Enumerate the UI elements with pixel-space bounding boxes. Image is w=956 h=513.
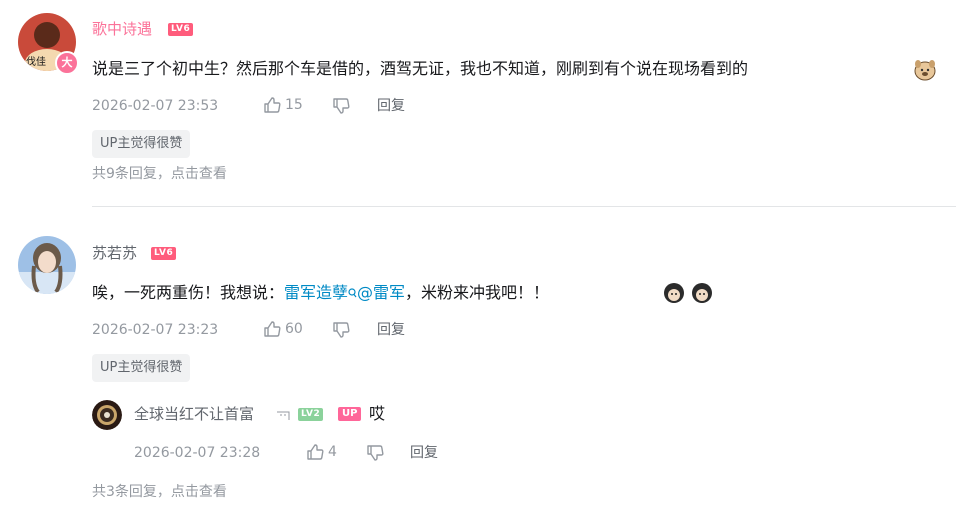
like-button[interactable]: 60 <box>263 319 303 339</box>
divider <box>92 206 956 207</box>
comment-time: 2026-02-07 23:23 <box>92 322 219 338</box>
svg-text:伐佳: 伐佳 <box>26 55 46 68</box>
up-badge: UP <box>338 407 362 421</box>
like-button[interactable]: 4 <box>306 442 337 462</box>
reply-button[interactable]: 回复 <box>410 443 438 463</box>
dislike-button[interactable] <box>332 321 350 339</box>
reply-button[interactable]: 回复 <box>377 320 405 340</box>
reply-time: 2026-02-07 23:28 <box>134 445 261 461</box>
reply-button[interactable]: 回复 <box>377 96 405 116</box>
level-badge: LV6 <box>151 247 177 260</box>
avatar[interactable] <box>18 236 76 294</box>
sticker-emoji-icon <box>662 281 718 305</box>
thumb-down-icon <box>366 444 384 462</box>
fan-badge-icon <box>276 406 290 425</box>
dislike-button[interactable] <box>366 444 384 462</box>
comment-text: 唉，一死两重伤！我想说：雷军造孽 @雷军，米粉来冲我吧！！ <box>92 281 549 306</box>
comment-time: 2026-02-07 23:53 <box>92 98 219 114</box>
like-count: 60 <box>285 321 303 337</box>
avatar-badge: 大 <box>55 51 79 75</box>
like-count: 15 <box>285 97 303 113</box>
thumb-up-icon <box>263 320 281 338</box>
username[interactable]: 歌中诗遇 <box>92 19 152 39</box>
level-badge: LV2 <box>298 408 324 421</box>
username[interactable]: 苏若苏 <box>92 243 137 263</box>
search-link[interactable]: 雷军造孽 <box>284 283 348 302</box>
comment-text: 说是三了个初中生？然后那个车是借的，酒驾无证，我也不知道，刚刷到有个说在现场看到… <box>92 59 749 78</box>
up-liked-tag: UP主觉得很赞 <box>92 354 191 382</box>
thumb-up-icon <box>306 443 324 461</box>
thumb-up-icon <box>263 96 281 114</box>
mention-link[interactable]: @雷军 <box>357 283 405 302</box>
dog-emoji-icon <box>913 58 937 82</box>
dislike-button[interactable] <box>332 97 350 115</box>
reply-avatar[interactable] <box>92 400 122 430</box>
reply-username[interactable]: 全球当红不让首富 <box>134 404 254 424</box>
thumb-down-icon <box>332 97 350 115</box>
thumb-down-icon <box>332 321 350 339</box>
level-badge: LV6 <box>168 23 194 36</box>
like-count: 4 <box>328 444 337 460</box>
view-more-replies[interactable]: 共9条回复，点击查看 <box>92 164 227 184</box>
like-button[interactable]: 15 <box>263 95 303 115</box>
search-icon <box>348 282 357 306</box>
up-liked-tag: UP主觉得很赞 <box>92 130 191 158</box>
reply-text: 哎 <box>369 404 386 423</box>
view-more-replies[interactable]: 共3条回复，点击查看 <box>92 482 227 502</box>
